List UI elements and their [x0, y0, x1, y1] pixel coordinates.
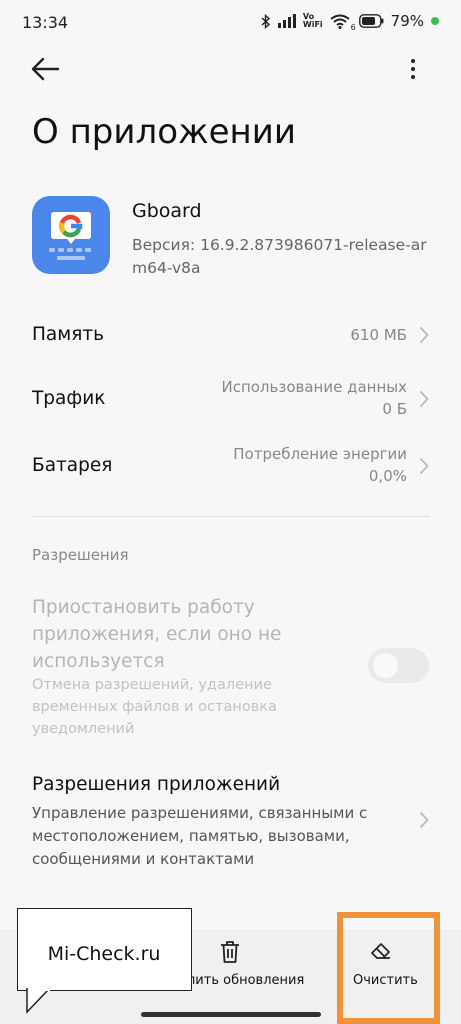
status-bar: 13:34 Vo WiFi 6 79% [0, 0, 461, 46]
chevron-right-icon [419, 326, 429, 344]
chevron-right-icon [419, 390, 429, 408]
home-indicator[interactable] [141, 1012, 321, 1017]
section-divider [32, 516, 430, 517]
toggle-knob [373, 653, 398, 678]
watermark-bubble: Mi-Check.ru [17, 908, 192, 991]
battery-value-amount: 0,0% [368, 467, 407, 485]
traffic-value-amount: 0 Б [382, 400, 407, 418]
pause-app-title: Приостановить работу приложения, если он… [32, 597, 282, 672]
storage-row[interactable]: Память 610 МБ [0, 316, 461, 354]
battery-level: 79% [390, 12, 424, 30]
traffic-value-caption: Использование данных [221, 378, 407, 396]
permissions-section-title: Разрешения [32, 546, 129, 564]
wifi-sub-label: 6 [350, 22, 356, 32]
traffic-row[interactable]: Трафик Использование данных 0 Б [0, 376, 461, 422]
back-button[interactable] [30, 55, 64, 83]
battery-value-caption: Потребление энергии [233, 445, 407, 463]
battery-icon [358, 14, 384, 28]
battery-label: Батарея [32, 455, 113, 476]
chevron-right-icon [419, 457, 429, 475]
status-icons: Vo WiFi 6 79% [261, 12, 439, 32]
more-vertical-icon [411, 59, 415, 79]
battery-row[interactable]: Батарея Потребление энергии 0,0% [0, 443, 461, 489]
pause-app-description: Отмена разрешений, удаление временных фа… [32, 677, 277, 737]
trash-icon [221, 941, 239, 963]
traffic-value: Использование данных 0 Б [221, 376, 407, 420]
cell-signal-icon [277, 14, 296, 28]
uninstall-updates-label: лить обновления [187, 973, 305, 988]
vowifi-bottom: WiFi [302, 20, 323, 29]
more-options-button[interactable] [402, 55, 424, 83]
bluetooth-icon [261, 13, 270, 29]
app-version: Версия: 16.9.2.873986071-release-arm64-v… [132, 236, 427, 277]
bubble-tail [26, 988, 50, 1014]
vowifi-indicator: Vo WiFi [303, 13, 323, 29]
app-permissions-title: Разрешения приложений [32, 774, 281, 795]
arrow-left-icon [31, 57, 60, 81]
storage-label: Память [32, 324, 105, 345]
traffic-label: Трафик [32, 388, 106, 409]
gboard-icon [32, 196, 110, 274]
watermark-text: Mi-Check.ru [47, 943, 161, 965]
battery-value: Потребление энергии 0,0% [233, 443, 407, 487]
wifi-icon: 6 [330, 14, 356, 32]
chevron-right-icon [419, 811, 429, 829]
app-name: Gboard [132, 200, 202, 222]
pause-app-toggle[interactable] [368, 648, 429, 683]
status-time: 13:34 [22, 13, 69, 32]
app-permissions-row[interactable]: Разрешения приложений Управление разреше… [0, 774, 461, 874]
highlight-frame [337, 912, 440, 1024]
app-permissions-description: Управление разрешениями, связанными с ме… [32, 804, 368, 868]
charging-dot [431, 17, 439, 25]
storage-value: 610 МБ [350, 326, 407, 344]
page-title: О приложении [32, 112, 296, 152]
